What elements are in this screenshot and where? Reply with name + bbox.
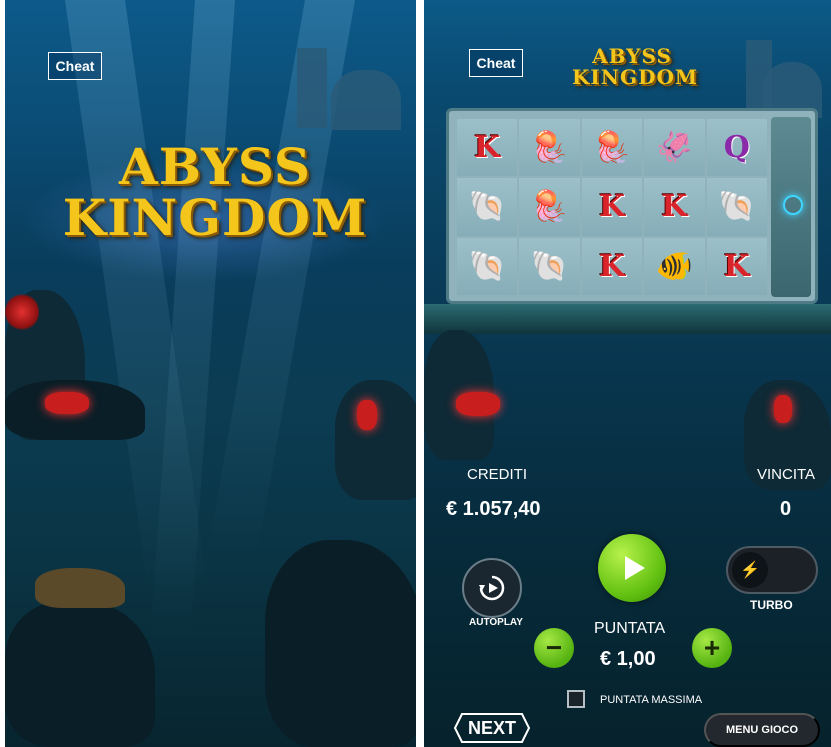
win-label: VINCITA (757, 466, 816, 483)
reel-symbol: K (581, 178, 643, 236)
bet-label: PUNTATA (594, 620, 666, 637)
lava-rock (774, 395, 792, 423)
splash-screen: Cheat ABYSS KINGDOM (5, 0, 416, 747)
next-logo: NEXT (454, 713, 530, 743)
increase-bet-button[interactable]: + (692, 628, 732, 668)
symbol-creature: 🪼 (593, 130, 631, 166)
symbol-creature: 🐚 (468, 189, 506, 225)
reels-ledge (424, 304, 831, 334)
reel-symbol: Q (706, 119, 767, 177)
lava-rock (45, 392, 89, 414)
reel-symbol: K (581, 237, 643, 295)
red-coral (5, 292, 39, 332)
symbol-k: K (598, 189, 626, 225)
reel-symbol: 🪼 (581, 119, 643, 177)
turbo-label: TURBO (750, 598, 793, 612)
symbol-q: Q (723, 130, 750, 166)
reel-symbol: K (457, 119, 518, 177)
reels-grid: K 🪼 🪼 🦑 Q 🐚 🪼 K K 🐚 🐚 🐚 K 🐠 K (457, 119, 767, 295)
reel-symbol: 🐚 (706, 178, 767, 236)
symbol-creature: 🐚 (468, 248, 506, 284)
logo-line-1: ABYSS (119, 137, 311, 196)
reel-symbol: 🐚 (519, 237, 580, 295)
lava-rock (456, 392, 500, 416)
reel-symbol: 🪼 (519, 119, 580, 177)
seabed-rock (5, 600, 155, 747)
castle-tower (297, 48, 327, 128)
reel-symbol: 🐚 (457, 237, 518, 295)
logo-line-2: KINGDOM (62, 188, 368, 247)
play-icon (625, 556, 645, 580)
cheat-button[interactable]: Cheat (48, 52, 102, 80)
bet-value: € 1,00 (600, 648, 656, 670)
giant-clam (35, 568, 125, 608)
credits-label: CREDITI (467, 466, 527, 483)
max-bet-label: PUNTATA MASSIMA (600, 694, 703, 706)
symbol-creature: 🐚 (530, 248, 569, 284)
glowing-ring-icon (783, 195, 803, 215)
reel-symbol: 🐚 (457, 178, 518, 236)
symbol-k: K (474, 130, 501, 166)
game-screen: Cheat ABYSS KINGDOM K 🪼 🪼 🦑 Q 🐚 🪼 K K 🐚 🐚 🐚 K 🐠 K CRED… (424, 0, 831, 747)
game-logo: ABYSS KINGDOM (45, 142, 385, 244)
symbol-k: K (598, 248, 626, 284)
symbol-k: K (661, 189, 688, 225)
symbol-creature: 🪼 (530, 189, 569, 225)
reel-symbol: K (644, 178, 705, 236)
brand-label: NEXT (467, 717, 516, 738)
logo-line-1: ABYSS (592, 44, 672, 68)
win-value: 0 (780, 498, 792, 520)
reel-symbol: 🐠 (644, 237, 705, 295)
chained-gate (771, 117, 811, 297)
symbol-creature: 🦑 (655, 130, 694, 166)
autoplay-button[interactable] (462, 558, 522, 618)
autoplay-icon (479, 575, 505, 601)
cheat-button[interactable]: Cheat (469, 49, 523, 77)
autoplay-label: AUTOPLAY (469, 617, 523, 628)
decrease-bet-button[interactable]: − (534, 628, 574, 668)
lightning-icon: ⚡ (732, 552, 768, 588)
castle-dome (331, 70, 401, 130)
rock-formation (335, 380, 416, 500)
symbol-creature: 🐠 (655, 248, 694, 284)
reels-frame: K 🪼 🪼 🦑 Q 🐚 🪼 K K 🐚 🐚 🐚 K 🐠 K (446, 108, 818, 304)
logo-line-2: KINGDOM (572, 65, 699, 89)
max-bet-checkbox[interactable] (567, 690, 585, 708)
symbol-creature: 🪼 (530, 130, 569, 166)
lava-rock (357, 400, 377, 430)
spin-button[interactable] (598, 534, 666, 602)
credits-value: € 1.057,40 (446, 498, 541, 520)
seabed-rock (265, 540, 416, 747)
game-menu-button[interactable]: MENU GIOCO (704, 713, 820, 747)
turbo-toggle[interactable]: ⚡ (726, 546, 818, 594)
reel-symbol: K (706, 237, 767, 295)
reel-symbol: 🦑 (644, 119, 705, 177)
symbol-k: K (723, 248, 750, 284)
reel-symbol: 🪼 (519, 178, 580, 236)
symbol-creature: 🐚 (718, 189, 756, 225)
game-logo: ABYSS KINGDOM (572, 44, 699, 89)
